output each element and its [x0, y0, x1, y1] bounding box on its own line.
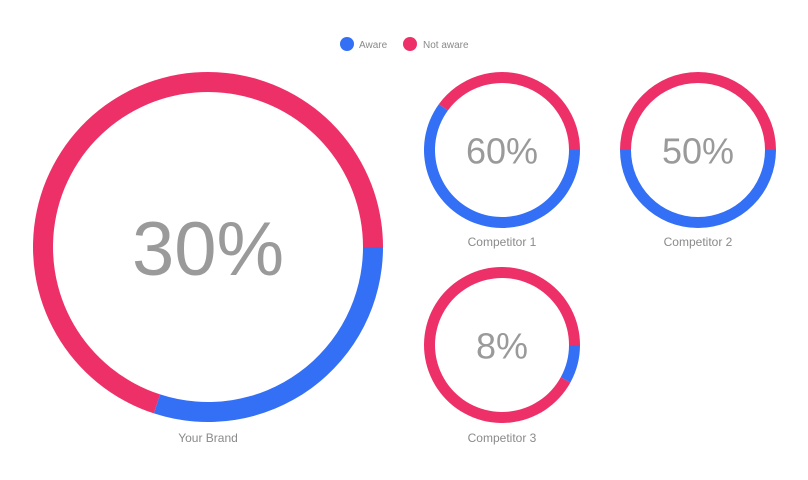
legend-label-not-aware: Not aware — [423, 40, 469, 51]
awareness-chart: Aware Not aware 30% Your Brand 60% Compe… — [33, 37, 776, 445]
donut-name-label: Your Brand — [178, 431, 238, 445]
donut-percent-label: 30% — [132, 207, 284, 292]
donut-percent-label: 50% — [662, 131, 734, 172]
donut-percent-label: 8% — [476, 326, 528, 367]
donut-competitor-2: 50% Competitor 2 — [620, 72, 776, 249]
donut-name-label: Competitor 1 — [468, 235, 537, 249]
legend: Aware Not aware — [340, 37, 469, 51]
donut-name-label: Competitor 3 — [468, 431, 537, 445]
donut-aware-arc — [560, 345, 580, 383]
donut-competitor-1: 60% Competitor 1 — [424, 72, 580, 249]
legend-swatch-not-aware — [403, 37, 417, 51]
donut-percent-label: 60% — [466, 131, 538, 172]
donut-name-label: Competitor 2 — [664, 235, 733, 249]
legend-label-aware: Aware — [359, 40, 388, 51]
donut-your-brand: 30% Your Brand — [33, 71, 384, 445]
legend-swatch-aware — [340, 37, 354, 51]
donut-competitor-3: 8% Competitor 3 — [424, 267, 580, 445]
